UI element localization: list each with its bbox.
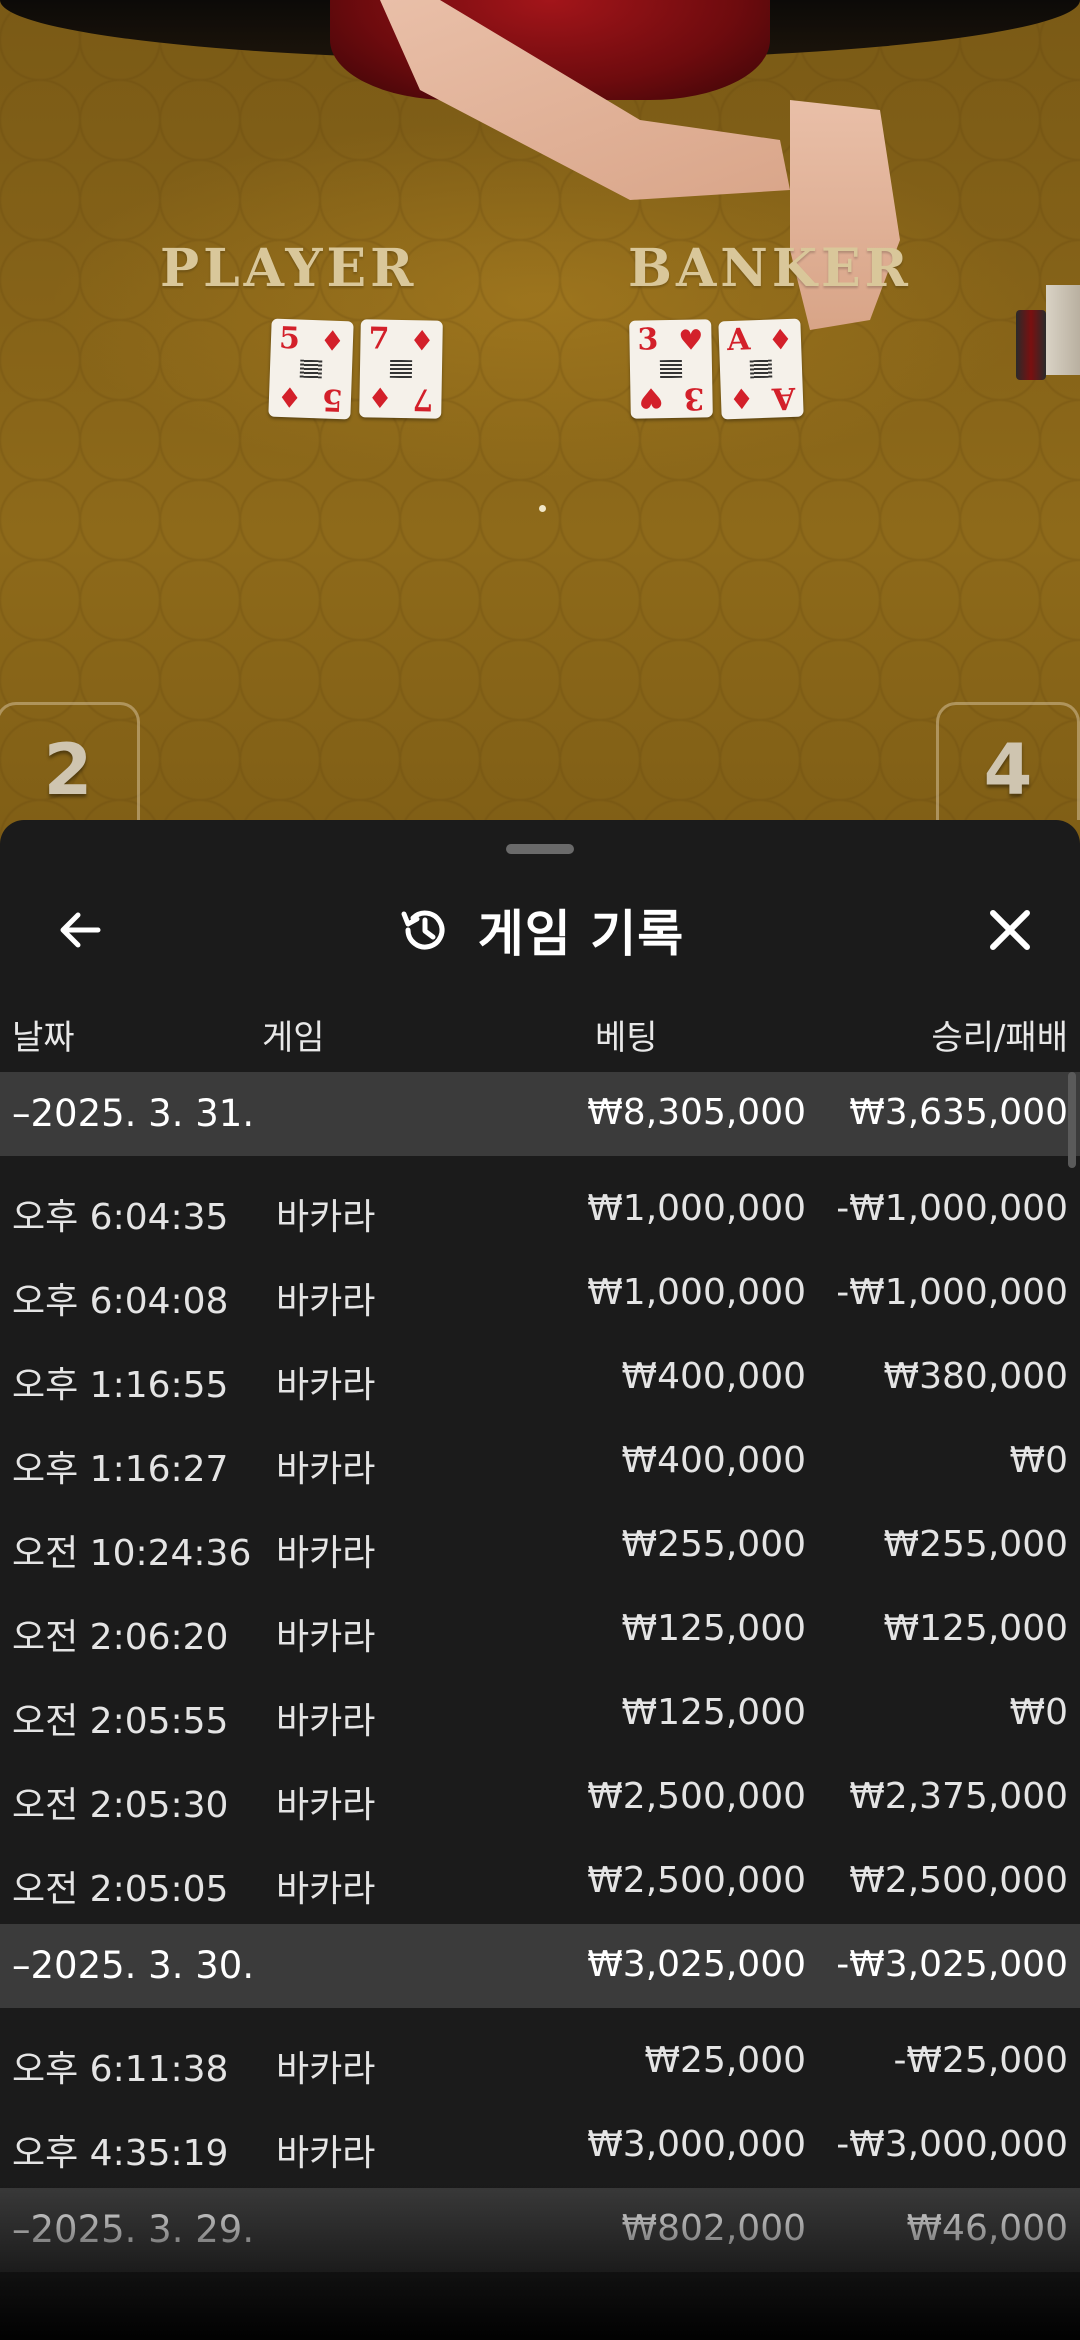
column-header-game[interactable]: 게임 bbox=[262, 1010, 325, 1059]
row-game: 바카라 bbox=[276, 1365, 376, 1406]
row-result: ₩0 bbox=[1009, 1440, 1069, 1481]
row-bet: ₩400,000 bbox=[621, 1440, 806, 1481]
row-game: 바카라 bbox=[276, 1617, 376, 1658]
chip-stack bbox=[1016, 310, 1046, 380]
row-bet: ₩1,000,000 bbox=[587, 1272, 806, 1313]
table-header: 날짜 게임 베팅 승리/패배 bbox=[0, 1000, 1080, 1070]
row-game: 바카라 bbox=[276, 2133, 376, 2174]
row-game: 바카라 bbox=[276, 1197, 376, 1238]
group-result-total: -₩3,025,000 bbox=[836, 1944, 1068, 1985]
page-title: 게임 기록 bbox=[477, 905, 685, 963]
history-row[interactable]: 오후 1:16:27 바카라 ₩400,000 ₩0 bbox=[0, 1420, 1080, 1504]
history-row[interactable]: 오후 6:04:35 바카라 ₩1,000,000 -₩1,000,000 bbox=[0, 1168, 1080, 1252]
scrollbar[interactable] bbox=[1068, 1072, 1076, 1168]
row-result: -₩1,000,000 bbox=[836, 1272, 1068, 1313]
sheet-drag-handle[interactable] bbox=[506, 844, 574, 854]
row-result: ₩0 bbox=[1009, 1692, 1069, 1733]
arrow-left-icon bbox=[60, 912, 101, 948]
row-bet: ₩25,000 bbox=[644, 2040, 806, 2081]
table-center-dot bbox=[539, 505, 546, 512]
history-row[interactable]: 오후 1:16:55 바카라 ₩400,000 ₩380,000 bbox=[0, 1336, 1080, 1420]
row-bet: ₩400,000 bbox=[621, 1356, 806, 1397]
date-group-header[interactable]: –2025. 3. 29. ₩802,000 ₩46,000 bbox=[0, 2188, 1080, 2272]
group-date: –2025. 3. 30. bbox=[12, 1944, 255, 1987]
group-bet-total: ₩802,000 bbox=[621, 2208, 806, 2249]
close-button[interactable] bbox=[970, 890, 1050, 970]
history-row[interactable]: 오전 10:24:36 바카라 ₩255,000 ₩255,000 bbox=[0, 1504, 1080, 1588]
row-time: 오전 2:05:30 bbox=[12, 1785, 229, 1826]
row-result: ₩2,375,000 bbox=[849, 1776, 1068, 1817]
row-time: 오전 2:05:55 bbox=[12, 1701, 229, 1742]
back-button[interactable] bbox=[40, 890, 120, 970]
row-time: 오전 2:05:05 bbox=[12, 1869, 229, 1910]
row-result: ₩125,000 bbox=[883, 1608, 1068, 1649]
row-result: -₩1,000,000 bbox=[836, 1188, 1068, 1229]
row-game: 바카라 bbox=[276, 1701, 376, 1742]
card-shoe bbox=[1046, 285, 1080, 375]
row-bet: ₩2,500,000 bbox=[587, 1860, 806, 1901]
group-date: –2025. 3. 29. bbox=[12, 2208, 255, 2251]
row-result: -₩25,000 bbox=[893, 2040, 1068, 2081]
row-result: -₩3,000,000 bbox=[836, 2124, 1068, 2165]
group-date: –2025. 3. 31. bbox=[12, 1092, 255, 1135]
row-game: 바카라 bbox=[276, 1281, 376, 1322]
column-header-bet[interactable]: 베팅 bbox=[595, 1010, 658, 1059]
history-row[interactable]: 오전 2:06:20 바카라 ₩125,000 ₩125,000 bbox=[0, 1588, 1080, 1672]
group-result-total: ₩3,635,000 bbox=[849, 1092, 1068, 1133]
row-time: 오전 2:06:20 bbox=[12, 1617, 229, 1658]
history-row[interactable]: 오후 6:04:08 바카라 ₩1,000,000 -₩1,000,000 bbox=[0, 1252, 1080, 1336]
banker-label: BANKER bbox=[628, 238, 912, 299]
group-bet-total: ₩8,305,000 bbox=[587, 1092, 806, 1133]
history-row[interactable]: 오전 2:05:30 바카라 ₩2,500,000 ₩2,375,000 bbox=[0, 1756, 1080, 1840]
live-video-background: PLAYER BANKER 5 ♦ 5 ♦ 7 ♦ 7 ♦ 3 ♥ 3 ♥ A ♦ A ♦ 2 … bbox=[0, 0, 1080, 900]
player-card-1: 5 ♦ 5 ♦ bbox=[268, 318, 354, 420]
row-result: ₩380,000 bbox=[883, 1356, 1068, 1397]
row-game: 바카라 bbox=[276, 1869, 376, 1910]
row-time: 오후 1:16:27 bbox=[12, 1449, 229, 1490]
date-group-header[interactable]: –2025. 3. 31. ₩8,305,000 ₩3,635,000 bbox=[0, 1072, 1080, 1156]
row-time: 오후 4:35:19 bbox=[12, 2133, 229, 2174]
row-game: 바카라 bbox=[276, 1449, 376, 1490]
history-icon bbox=[401, 910, 445, 950]
sheet-header: 게임 기록 bbox=[0, 870, 1080, 990]
group-bet-total: ₩3,025,000 bbox=[587, 1944, 806, 1985]
row-time: 오후 6:11:38 bbox=[12, 2049, 229, 2090]
row-game: 바카라 bbox=[276, 1785, 376, 1826]
column-header-date[interactable]: 날짜 bbox=[12, 1010, 75, 1059]
player-label: PLAYER bbox=[160, 238, 418, 299]
group-result-total: ₩46,000 bbox=[906, 2208, 1068, 2249]
row-bet: ₩3,000,000 bbox=[587, 2124, 806, 2165]
history-row[interactable]: 오후 4:35:19 바카라 ₩3,000,000 -₩3,000,000 bbox=[0, 2104, 1080, 2188]
history-row[interactable]: 오후 6:11:38 바카라 ₩25,000 -₩25,000 bbox=[0, 2020, 1080, 2104]
date-group-header[interactable]: –2025. 3. 30. ₩3,025,000 -₩3,025,000 bbox=[0, 1924, 1080, 2008]
history-row[interactable]: 오전 2:05:55 바카라 ₩125,000 ₩0 bbox=[0, 1672, 1080, 1756]
column-header-result[interactable]: 승리/패배 bbox=[931, 1010, 1068, 1059]
row-result: ₩255,000 bbox=[883, 1524, 1068, 1565]
history-list[interactable]: –2025. 3. 31. ₩8,305,000 ₩3,635,000 오후 6… bbox=[0, 1072, 1080, 2272]
row-time: 오후 6:04:08 bbox=[12, 1281, 229, 1322]
row-time: 오전 10:24:36 bbox=[12, 1533, 252, 1574]
row-bet: ₩1,000,000 bbox=[587, 1188, 806, 1229]
player-card-2: 7 ♦ 7 ♦ bbox=[359, 319, 443, 419]
row-bet: ₩125,000 bbox=[621, 1608, 806, 1649]
banker-card-2: A ♦ A ♦ bbox=[718, 318, 804, 420]
row-time: 오후 6:04:35 bbox=[12, 1197, 229, 1238]
row-game: 바카라 bbox=[276, 1533, 376, 1574]
box-number-left: 2 bbox=[0, 702, 140, 820]
game-history-sheet: 게임 기록 날짜 게임 베팅 승리/패배 –2025. 3. 31. ₩8,30… bbox=[0, 820, 1080, 2340]
banker-card-1: 3 ♥ 3 ♥ bbox=[629, 319, 713, 419]
row-game: 바카라 bbox=[276, 2049, 376, 2090]
history-row[interactable]: 오전 2:05:05 바카라 ₩2,500,000 ₩2,500,000 bbox=[0, 1840, 1080, 1924]
row-bet: ₩2,500,000 bbox=[587, 1776, 806, 1817]
row-time: 오후 1:16:55 bbox=[12, 1365, 229, 1406]
close-icon bbox=[990, 910, 1030, 950]
row-bet: ₩255,000 bbox=[621, 1524, 806, 1565]
row-result: ₩2,500,000 bbox=[849, 1860, 1068, 1901]
row-bet: ₩125,000 bbox=[621, 1692, 806, 1733]
box-number-right: 4 bbox=[936, 702, 1080, 820]
